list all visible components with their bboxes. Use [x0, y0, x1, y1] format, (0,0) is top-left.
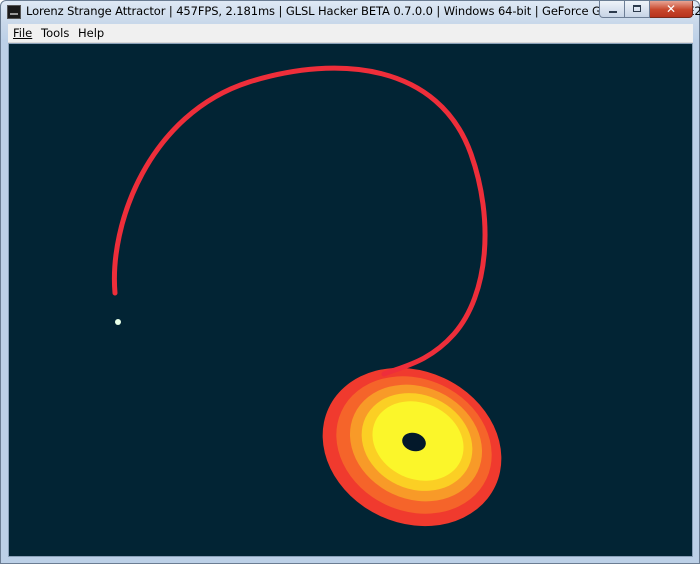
- menu-tools[interactable]: Tools: [41, 26, 69, 40]
- menu-bar: File Tools Help: [8, 24, 693, 43]
- minimize-button[interactable]: [599, 1, 625, 18]
- app-window: Lorenz Strange Attractor | 457FPS, 2.181…: [0, 0, 700, 564]
- menu-file[interactable]: File: [13, 26, 32, 40]
- render-viewport[interactable]: [8, 43, 693, 557]
- attractor-canvas: [9, 44, 692, 556]
- app-icon[interactable]: [7, 5, 21, 19]
- maximize-button[interactable]: [625, 1, 650, 18]
- menu-help[interactable]: Help: [78, 26, 104, 40]
- close-icon: ✕: [665, 2, 677, 16]
- menu-help-label: Help: [78, 26, 105, 40]
- caption-buttons: ✕: [599, 1, 693, 19]
- menu-file-label: File: [13, 26, 33, 40]
- menu-tools-label: Tools: [41, 26, 70, 40]
- title-bar[interactable]: Lorenz Strange Attractor | 457FPS, 2.181…: [1, 1, 700, 23]
- camera-target-marker: [115, 319, 121, 325]
- close-button[interactable]: ✕: [650, 1, 693, 18]
